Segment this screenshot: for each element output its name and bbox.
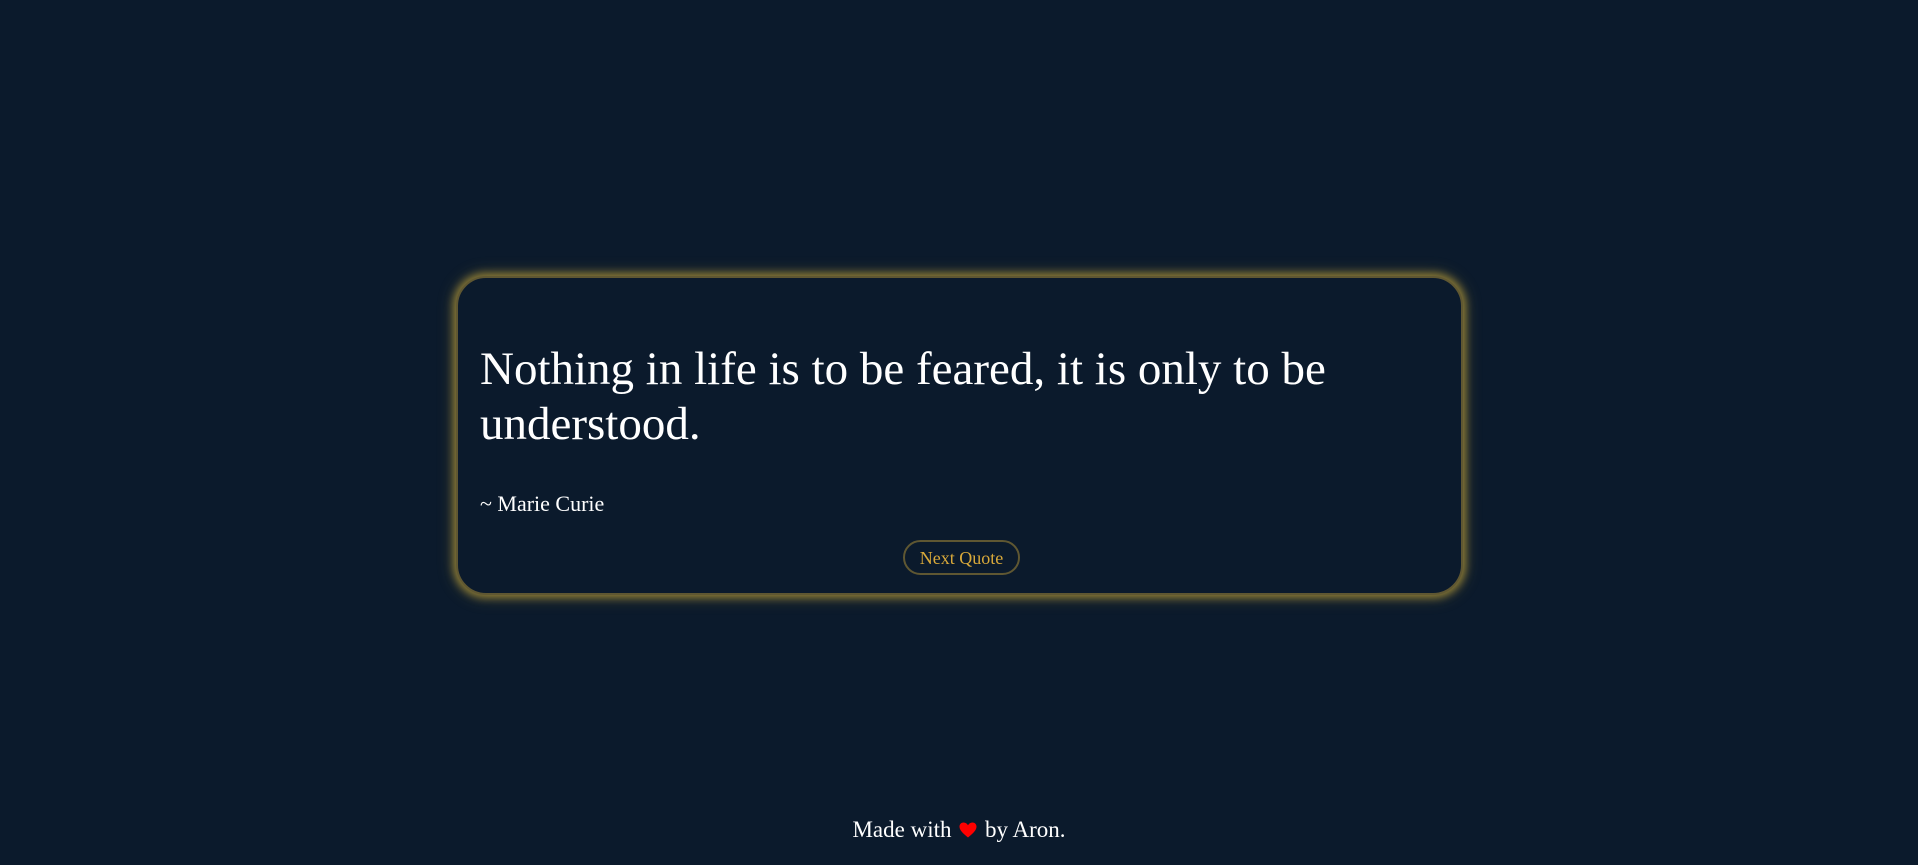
footer: Made with by Aron.	[0, 815, 1918, 845]
footer-prefix: Made with	[852, 817, 952, 842]
footer-suffix: by Aron.	[985, 817, 1066, 842]
quote-card: Nothing in life is to be feared, it is o…	[456, 276, 1463, 595]
quote-author: ~ Marie Curie	[480, 491, 605, 516]
heart-icon	[959, 822, 977, 838]
quote-text: Nothing in life is to be feared, it is o…	[480, 343, 1326, 450]
next-quote-button[interactable]: Next Quote	[903, 540, 1020, 575]
